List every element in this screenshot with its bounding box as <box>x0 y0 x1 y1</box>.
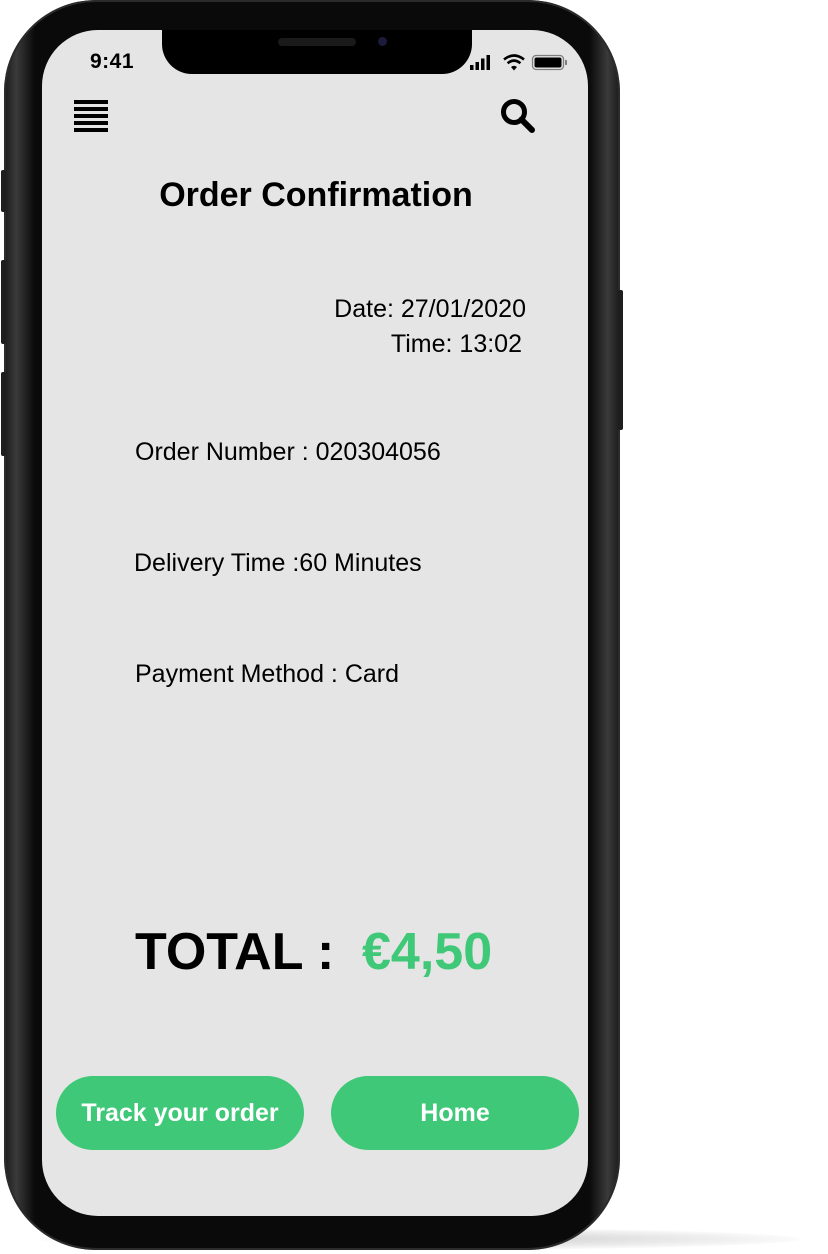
track-order-button[interactable]: Track your order <box>56 1076 304 1150</box>
speaker-grille <box>278 38 356 46</box>
wifi-icon <box>503 54 525 71</box>
signal-icon <box>470 55 490 70</box>
power-button <box>618 290 623 430</box>
order-datetime: Date: 27/01/2020 Time: 13:02 <box>334 292 526 362</box>
volume-down-button <box>1 372 6 456</box>
search-icon[interactable] <box>500 98 536 134</box>
order-number: Order Number : 020304056 <box>135 438 441 466</box>
silent-switch <box>1 170 6 212</box>
order-date: Date: 27/01/2020 <box>334 295 526 323</box>
payment-method: Payment Method : Card <box>135 660 400 688</box>
delivery-time: Delivery Time :60 Minutes <box>134 549 422 577</box>
battery-icon <box>531 54 567 71</box>
menu-icon[interactable] <box>74 98 108 132</box>
total-value: €4,50 <box>362 923 493 981</box>
front-camera <box>378 37 387 46</box>
home-button[interactable]: Home <box>331 1076 579 1150</box>
phone-frame: 9:41 Order Confirmation Date: 27/01/2020… <box>1 0 623 1250</box>
page-title: Order Confirmation <box>159 176 473 214</box>
order-time: Time: 13:02 <box>390 330 522 358</box>
status-time: 9:41 <box>90 50 135 73</box>
total-label: TOTAL : <box>135 923 335 981</box>
volume-up-button <box>1 260 6 344</box>
status-icons <box>470 54 570 72</box>
app-screen: 9:41 Order Confirmation Date: 27/01/2020… <box>42 30 588 1216</box>
notch <box>162 30 472 74</box>
